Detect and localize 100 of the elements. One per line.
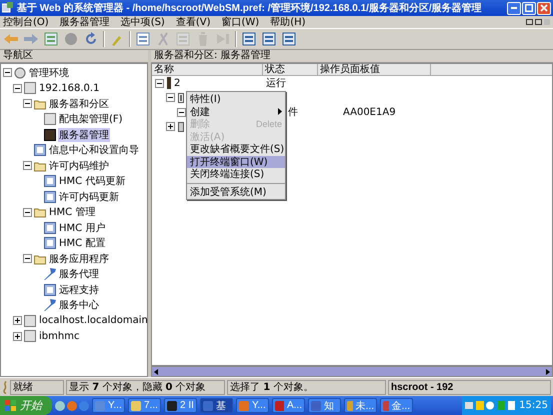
server-icon xyxy=(44,113,56,126)
clock: 15:25 xyxy=(519,400,548,411)
menu-item[interactable]: 特性(I) xyxy=(187,93,285,106)
tree-item[interactable]: 服务器和分区 xyxy=(48,96,110,111)
minimize-button[interactable] xyxy=(507,2,521,14)
taskbar-button[interactable]: A... xyxy=(272,398,305,413)
tree-item[interactable]: 信息中心和设置向导 xyxy=(48,143,140,158)
quick-launch-icons[interactable] xyxy=(55,400,89,410)
app-icon xyxy=(131,400,141,410)
taskbar-button[interactable]: Y... xyxy=(92,398,125,413)
expand-toggle[interactable] xyxy=(23,208,32,217)
tree-item[interactable]: HMC 代码更新 xyxy=(58,174,126,188)
taskbar-button[interactable]: 未... xyxy=(344,398,377,413)
tree-item[interactable]: HMC 管理 xyxy=(48,205,96,220)
app-icon xyxy=(95,400,105,410)
panel-header: 服务器和分区: 服务器管理 xyxy=(151,50,553,63)
server-icon xyxy=(167,77,171,90)
menu-item[interactable]: 帮助(H) xyxy=(270,15,306,29)
close-button[interactable] xyxy=(537,2,551,14)
close-icon xyxy=(540,4,548,12)
menu-item[interactable]: 创建 xyxy=(187,106,285,118)
app-icon xyxy=(311,400,321,410)
window-title: 基于 Web 的系统管理器 - /home/hscroot/WebSM.pref: /管理环境/192.168.0.1/服务器和分区/服务器管理 xyxy=(17,1,482,15)
scroll-right-icon[interactable] xyxy=(546,368,550,374)
expand-toggle[interactable] xyxy=(166,93,175,102)
expand-toggle[interactable] xyxy=(166,122,175,132)
tree-item[interactable]: 服务代理 xyxy=(58,267,100,282)
tree-item[interactable]: 服务中心 xyxy=(58,298,100,312)
tree-item[interactable]: HMC 配置 xyxy=(58,236,106,250)
status-text: 选择了 1 个对象。 xyxy=(227,380,386,394)
tool-icon xyxy=(44,299,56,312)
server-icon xyxy=(24,330,36,342)
column-header[interactable]: 名称 xyxy=(152,64,263,75)
horizontal-scrollbar[interactable] xyxy=(151,366,553,377)
column-header[interactable]: 操作员面板值 xyxy=(318,64,431,75)
tree-item[interactable]: 服务应用程序 xyxy=(48,252,110,266)
taskbar-button[interactable]: 基 xyxy=(200,398,233,413)
menu-item[interactable]: 添加受管系统(M) xyxy=(187,186,285,198)
expand-toggle[interactable] xyxy=(13,84,22,93)
tray-icons[interactable] xyxy=(465,401,516,410)
status-text: 就绪 xyxy=(10,380,64,394)
tree-item[interactable]: HMC 用户 xyxy=(58,220,106,235)
server-dark-icon xyxy=(44,128,56,141)
document-icon[interactable] xyxy=(135,31,151,47)
profiles-icon xyxy=(178,122,184,132)
maximize-button[interactable] xyxy=(522,2,536,14)
start-button[interactable]: 开始 xyxy=(0,396,52,415)
windows-logo-icon xyxy=(5,400,16,411)
tree-item[interactable]: 配电架管理(F) xyxy=(58,112,124,126)
menu-item[interactable]: 控制台(O) xyxy=(3,15,49,29)
menu-item[interactable]: 服务器管理 xyxy=(60,15,110,29)
app-icon xyxy=(347,400,353,410)
menu-item[interactable]: 更改缺省概要文件(S) xyxy=(187,143,285,156)
scroll-left-icon[interactable] xyxy=(154,368,158,374)
detail-view-icon[interactable] xyxy=(281,31,297,47)
table-cell-text: 运行 xyxy=(266,76,286,90)
folder-icon xyxy=(34,252,46,265)
taskbar-button[interactable]: Y... xyxy=(236,398,269,413)
folder-icon xyxy=(34,98,46,110)
app-icon xyxy=(275,400,284,410)
menu-item[interactable]: 查看(V) xyxy=(176,15,210,29)
taskbar-button[interactable]: 金... xyxy=(380,398,413,413)
menu-item[interactable]: 关闭终端连接(S) xyxy=(187,168,285,180)
taskbar-button[interactable]: 7... xyxy=(128,398,161,413)
expand-toggle[interactable] xyxy=(155,78,164,88)
tree-item[interactable]: ibmhmc xyxy=(38,330,80,342)
status-text: 显示 7 个对象，隐藏 0 个对象 xyxy=(66,380,225,394)
tree-item[interactable]: 管理环境 xyxy=(28,66,70,80)
tool-icon xyxy=(44,268,56,280)
icon-view-icon[interactable] xyxy=(261,31,277,47)
tree-item[interactable]: localhost.localdomain xyxy=(38,315,147,326)
window-controls-icon[interactable] xyxy=(526,18,550,26)
expand-toggle[interactable] xyxy=(23,161,32,170)
expand-toggle[interactable] xyxy=(3,68,12,78)
expand-toggle[interactable] xyxy=(13,316,22,326)
tree-item[interactable]: 服务器管理 xyxy=(58,128,110,142)
tree-item[interactable]: 许可内码维护 xyxy=(48,158,110,173)
menu-item[interactable]: 窗口(W) xyxy=(222,15,260,29)
expand-toggle[interactable] xyxy=(177,108,186,117)
menu-item[interactable]: 选中项(S) xyxy=(120,15,165,29)
status-icon xyxy=(2,380,8,394)
taskbar-button[interactable]: 2 II xyxy=(164,398,197,413)
app-icon xyxy=(203,400,213,410)
app-icon xyxy=(239,400,249,410)
tree-item[interactable]: 192.168.0.1 xyxy=(38,82,100,94)
column-header[interactable]: 状态 xyxy=(263,64,318,75)
tree-item[interactable]: 许可内码更新 xyxy=(58,190,120,204)
expand-toggle[interactable] xyxy=(13,332,22,341)
minimize-icon xyxy=(511,7,517,9)
expand-toggle[interactable] xyxy=(23,254,32,264)
expand-toggle[interactable] xyxy=(23,99,32,108)
submenu-arrow-icon xyxy=(278,108,282,116)
server-icon xyxy=(24,314,36,327)
refresh-icon[interactable] xyxy=(83,31,99,47)
list-view-icon[interactable] xyxy=(241,31,257,47)
tree-item[interactable]: 远程支持 xyxy=(58,282,100,297)
table-cell: AA00E1A9 xyxy=(343,106,396,118)
taskbar-button[interactable]: 知 xyxy=(308,398,341,413)
menu-item[interactable]: 打开终端窗口(W) xyxy=(187,156,285,168)
globe-icon xyxy=(14,66,26,79)
